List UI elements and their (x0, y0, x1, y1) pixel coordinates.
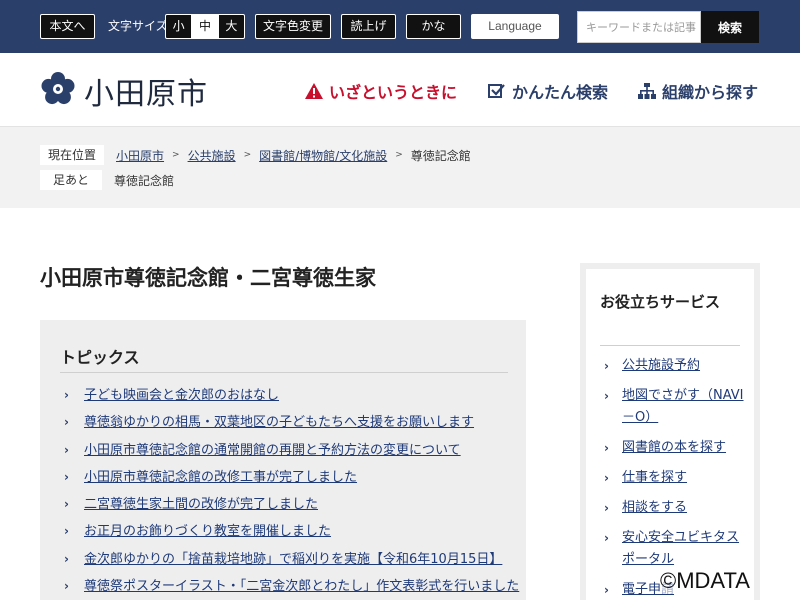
org-search-nav-link[interactable]: 組織から探す (638, 79, 758, 103)
keyword-search-input[interactable] (577, 11, 701, 43)
sidebar-item-consultation: 相談をする (600, 497, 750, 519)
sidebar-item-map-search: 地図でさがす（NAVI－O） (600, 385, 750, 429)
font-size-small-button[interactable]: 小 (166, 15, 193, 38)
emergency-nav-label: いざというときに (329, 83, 458, 102)
copyright-watermark: ©MDATA (660, 568, 750, 594)
sidebar-item-jobs: 仕事を探す (600, 467, 750, 489)
org-search-nav-label: 組織から探す (662, 83, 759, 102)
site-header: 小田原市 いざというときに かんたん検索 組織から探す (0, 53, 800, 127)
history-item: 尊徳記念館 (114, 173, 175, 188)
breadcrumb: 現在位置 小田原市 > 公共施設 > 図書館/博物館/文化施設 > 尊徳記念館 (40, 145, 471, 165)
breadcrumb-link-public-facilities[interactable]: 公共施設 (188, 147, 236, 164)
easy-search-nav-link[interactable]: かんたん検索 (488, 79, 608, 103)
easy-search-nav-label: かんたん検索 (512, 83, 609, 102)
check-icon (488, 83, 506, 99)
sidebar-link[interactable]: 図書館の本を探す (622, 440, 726, 455)
color-change-button[interactable]: 文字色変更 (255, 14, 331, 39)
font-size-selector: 小 中 大 (165, 14, 245, 39)
font-size-large-button[interactable]: 大 (219, 15, 244, 38)
chevron-right-icon: > (395, 150, 403, 160)
divider (600, 345, 740, 346)
sidebar-item-library: 図書館の本を探す (600, 437, 750, 459)
sidebar-link[interactable]: 仕事を探す (622, 470, 687, 485)
kana-button[interactable]: かな (406, 14, 461, 39)
sidebar-item-safety-portal: 安心安全ユビキタスポータル (600, 527, 750, 571)
history-label: 足あと (40, 170, 102, 190)
sidebar-link[interactable]: 相談をする (622, 500, 687, 515)
sidebar-list: 公共施設予約 地図でさがす（NAVI－O） 図書館の本を探す 仕事を探す 相談を… (600, 355, 750, 600)
topics-heading: トピックス (60, 348, 140, 367)
search-button[interactable]: 検索 (701, 11, 759, 43)
topic-link[interactable]: 尊徳祭ポスターイラスト・「二宮金次郎とわたし」作文表彰式を行いました (84, 579, 519, 594)
chevron-right-icon: > (172, 150, 180, 160)
chevron-right-icon: > (243, 150, 252, 160)
city-emblem-icon[interactable] (40, 71, 76, 107)
utility-bar: 本文へ 文字サイズ 小 中 大 文字色変更 読上げ かな Language 検索 (0, 0, 800, 53)
topic-link[interactable]: 小田原市尊徳記念館の通常開館の再開と予約方法の変更について (84, 443, 461, 458)
list-item: 小田原市尊徳記念館の改修工事が完了しました (60, 467, 520, 495)
site-logo-text[interactable]: 小田原市 (84, 69, 208, 113)
breadcrumb-link-cultural-facilities[interactable]: 図書館/博物館/文化施設 (259, 147, 387, 164)
list-item: 金次郎ゆかりの「捨苗栽培地跡」で稲刈りを実施【令和6年10月15日】 (60, 549, 520, 577)
list-item: 尊徳翁ゆかりの相馬・双葉地区の子どもたちへ支援をお願いします (60, 412, 520, 440)
topic-link[interactable]: 小田原市尊徳記念館の改修工事が完了しました (84, 470, 357, 485)
divider (60, 372, 508, 373)
history-breadcrumb: 足あと 尊徳記念館 (40, 170, 174, 190)
page-title: 小田原市尊徳記念館・二宮尊徳生家 (40, 266, 376, 290)
list-item: 二宮尊徳生家土間の改修が完了しました (60, 494, 520, 522)
sidebar-link[interactable]: 地図でさがす（NAVI－O） (622, 388, 744, 425)
skip-to-content-button[interactable]: 本文へ (40, 14, 95, 39)
useful-services-sidebar: お役立ちサービス 公共施設予約 地図でさがす（NAVI－O） 図書館の本を探す … (580, 263, 760, 600)
emergency-nav-link[interactable]: いざというときに (305, 79, 457, 103)
topics-box: トピックス 子ども映画会と金次郎のおはなし 尊徳翁ゆかりの相馬・双葉地区の子ども… (40, 320, 526, 600)
language-button[interactable]: Language (471, 14, 559, 39)
sidebar-panel: お役立ちサービス 公共施設予約 地図でさがす（NAVI－O） 図書館の本を探す … (586, 269, 754, 600)
sidebar-title: お役立ちサービス (600, 293, 721, 311)
org-tree-icon (638, 83, 656, 99)
topic-list: 子ども映画会と金次郎のおはなし 尊徳翁ゆかりの相馬・双葉地区の子どもたちへ支援を… (60, 385, 520, 600)
topic-link[interactable]: 子ども映画会と金次郎のおはなし (84, 388, 279, 403)
font-size-medium-button[interactable]: 中 (192, 15, 219, 38)
topic-link[interactable]: 尊徳翁ゆかりの相馬・双葉地区の子どもたちへ支援をお願いします (84, 415, 474, 430)
list-item: 子ども映画会と金次郎のおはなし (60, 385, 520, 413)
current-position-label: 現在位置 (40, 145, 105, 165)
list-item: 尊徳祭ポスターイラスト・「二宮金次郎とわたし」作文表彰式を行いました (60, 576, 520, 600)
breadcrumb-area: 現在位置 小田原市 > 公共施設 > 図書館/博物館/文化施設 > 尊徳記念館 … (0, 127, 800, 208)
font-size-label: 文字サイズ (108, 19, 168, 33)
list-item: お正月のお飾りづくり教室を開催しました (60, 521, 520, 549)
read-aloud-button[interactable]: 読上げ (341, 14, 396, 39)
sidebar-item-facility-booking: 公共施設予約 (600, 355, 750, 377)
breadcrumb-link-home[interactable]: 小田原市 (116, 147, 164, 164)
topic-link[interactable]: 二宮尊徳生家土間の改修が完了しました (84, 497, 318, 512)
sidebar-link[interactable]: 公共施設予約 (622, 358, 700, 373)
topic-link[interactable]: 金次郎ゆかりの「捨苗栽培地跡」で稲刈りを実施【令和6年10月15日】 (84, 552, 502, 567)
list-item: 小田原市尊徳記念館の通常開館の再開と予約方法の変更について (60, 440, 520, 468)
breadcrumb-current: 尊徳記念館 (410, 148, 471, 163)
topic-link[interactable]: お正月のお飾りづくり教室を開催しました (84, 524, 331, 539)
sidebar-link[interactable]: 安心安全ユビキタスポータル (622, 530, 739, 567)
warning-icon (305, 83, 323, 99)
